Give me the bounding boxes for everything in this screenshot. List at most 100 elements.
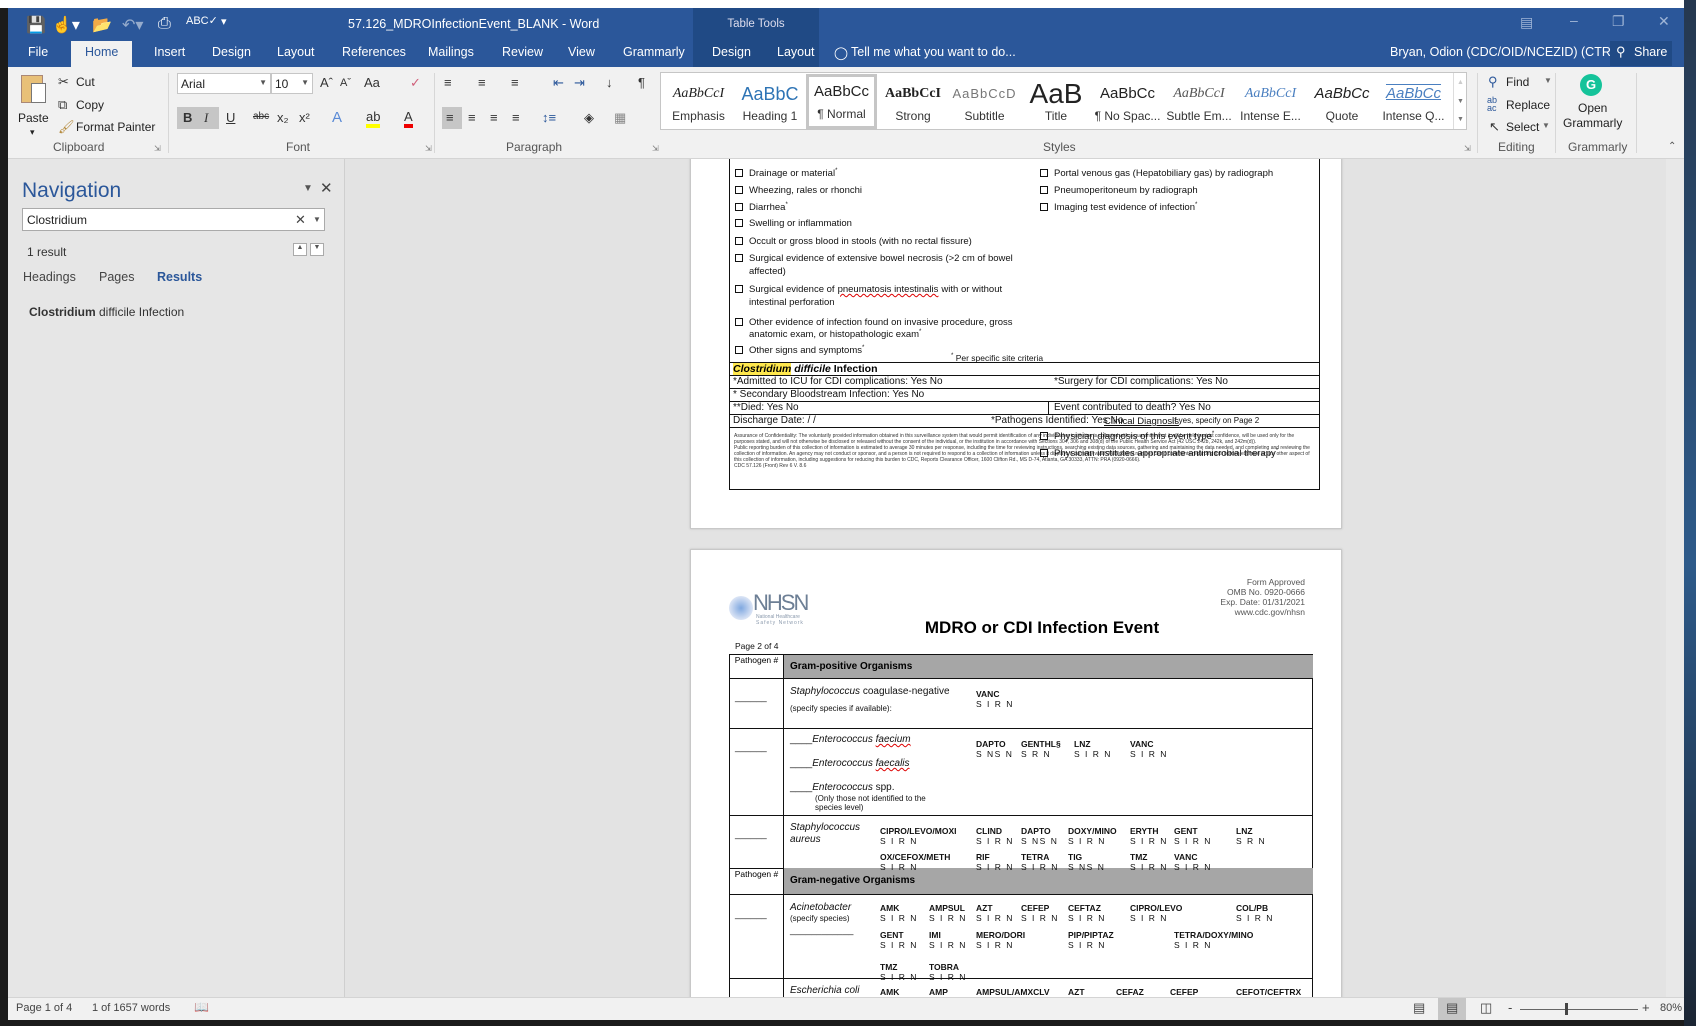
susceptibility-options[interactable]: S NS N <box>1021 836 1058 846</box>
style-no-spac[interactable]: AaBbCc ¶ No Spac... <box>1092 79 1163 134</box>
style-strong[interactable]: AaBbCcI Strong <box>878 79 949 134</box>
pathogen-number-blank[interactable]: ______ <box>735 692 767 703</box>
search-input[interactable]: Clostridium ✕ ▼ <box>22 208 325 231</box>
grow-font-icon[interactable]: Aˆ <box>320 75 333 90</box>
tab-results[interactable]: Results <box>157 270 202 284</box>
susceptibility-options[interactable]: S I R N <box>1021 913 1059 923</box>
checkbox[interactable] <box>735 203 743 212</box>
tab-design[interactable]: Design <box>212 45 251 59</box>
show-formatting-icon[interactable]: ¶ <box>638 75 645 90</box>
style-subtle-em[interactable]: AaBbCcI Subtle Em... <box>1164 79 1235 134</box>
word-count[interactable]: 1 of 1657 words <box>92 1002 170 1014</box>
multilevel-list-icon[interactable]: ≡ <box>511 75 519 90</box>
center-icon[interactable]: ≡ <box>468 110 476 125</box>
susceptibility-options[interactable]: S I R N <box>976 836 1014 846</box>
highlight-icon[interactable]: ab <box>366 109 381 128</box>
susceptibility-options[interactable]: S I R N <box>929 913 967 923</box>
collapse-ribbon-icon[interactable]: ⌃ <box>1668 141 1676 152</box>
share-button[interactable]: ⚲ Share <box>1610 41 1672 66</box>
clear-formatting-icon[interactable]: ✓ <box>410 75 421 91</box>
susceptibility-options[interactable]: S I R N <box>1130 913 1182 923</box>
numbering-icon[interactable]: ≡ <box>478 75 486 90</box>
susceptibility-options[interactable]: S I R N <box>880 972 918 982</box>
checkbox[interactable] <box>1040 186 1048 194</box>
tell-me-box[interactable]: Tell me what you want to do... <box>851 45 1016 59</box>
cut-button[interactable]: Cut <box>76 75 95 89</box>
paste-label[interactable]: Paste <box>18 111 49 125</box>
checkbox[interactable] <box>735 237 743 245</box>
style-intense-e[interactable]: AaBbCcI Intense E... <box>1235 79 1306 134</box>
tab-table-design[interactable]: Design <box>712 45 751 59</box>
susceptibility-options[interactable]: S I R N <box>1174 940 1253 950</box>
style-title[interactable]: AaB Title <box>1021 79 1092 134</box>
tab-review[interactable]: Review <box>502 45 543 59</box>
font-launcher-icon[interactable]: ⇲ <box>425 144 432 153</box>
minimize-icon[interactable]: – <box>1570 12 1578 28</box>
tab-references[interactable]: References <box>342 45 406 59</box>
find-button[interactable]: Find <box>1506 75 1529 89</box>
proofing-icon[interactable]: 📖 <box>194 1000 209 1014</box>
next-result-button[interactable]: ▼ <box>310 243 324 256</box>
pathogen-number-blank[interactable]: ______ <box>735 742 767 753</box>
superscript-icon[interactable]: x² <box>299 110 310 125</box>
close-icon[interactable]: ✕ <box>1658 13 1670 30</box>
bold-icon[interactable]: B <box>183 110 192 125</box>
susceptibility-options[interactable]: S I R N <box>1068 913 1106 923</box>
ribbon-display-options-icon[interactable]: ▤ <box>1520 14 1533 31</box>
font-name-select[interactable]: Arial ▼ <box>177 73 271 94</box>
restore-icon[interactable]: ❐ <box>1612 13 1625 30</box>
font-size-select[interactable]: 10 ▼ <box>271 73 313 94</box>
zoom-out-icon[interactable]: - <box>1508 1000 1512 1015</box>
spelling-check-icon[interactable]: ABC✓ <box>186 14 218 27</box>
strikethrough-icon[interactable]: abc <box>253 111 269 122</box>
pane-options-icon[interactable]: ▼ <box>303 183 313 194</box>
previous-result-button[interactable]: ▲ <box>293 243 307 256</box>
open-grammarly-label[interactable]: Open <box>1578 101 1607 115</box>
undo-icon[interactable]: ↶▾ <box>122 15 143 35</box>
tab-headings[interactable]: Headings <box>23 270 76 284</box>
underline-icon[interactable]: U <box>226 110 235 125</box>
pathogen-number-blank[interactable]: ______ <box>735 909 767 920</box>
scroll-down-icon[interactable]: ▼ <box>1454 92 1467 111</box>
susceptibility-options[interactable]: S I R N <box>976 940 1025 950</box>
susceptibility-options[interactable]: S I R N <box>880 836 957 846</box>
replace-button[interactable]: Replace <box>1506 98 1550 112</box>
save-icon[interactable]: 💾 <box>26 15 46 35</box>
align-left-icon[interactable]: ≡ <box>446 110 454 125</box>
align-right-icon[interactable]: ≡ <box>490 110 498 125</box>
susceptibility-options[interactable]: S I R N <box>976 862 1014 872</box>
checkbox[interactable] <box>1040 432 1048 441</box>
checkbox[interactable] <box>735 254 743 262</box>
susceptibility-options[interactable]: S I R N <box>1174 862 1212 872</box>
susceptibility-options[interactable]: S NS N <box>1068 862 1105 872</box>
touch-mode-icon[interactable]: ☝▾ <box>52 15 80 35</box>
shrink-font-icon[interactable]: Aˇ <box>340 77 351 89</box>
susceptibility-options[interactable]: S NS N <box>976 749 1013 759</box>
increase-indent-icon[interactable]: ⇥ <box>574 75 585 91</box>
blank[interactable]: ____ <box>790 734 812 745</box>
select-button[interactable]: Select <box>1506 120 1539 134</box>
web-layout-icon[interactable]: ◫ <box>1480 1000 1492 1016</box>
print-preview-icon[interactable]: ⎙ <box>158 15 171 33</box>
susceptibility-options[interactable]: S I R N <box>976 699 1014 709</box>
checkbox[interactable] <box>1040 449 1048 458</box>
tab-table-layout[interactable]: Layout <box>777 45 815 59</box>
justify-icon[interactable]: ≡ <box>512 110 520 125</box>
style-emphasis[interactable]: AaBbCcI Emphasis <box>663 79 734 134</box>
checkbox[interactable] <box>735 169 743 178</box>
search-result-item[interactable]: Clostridium difficile Infection <box>29 305 184 319</box>
checkbox[interactable] <box>735 346 743 355</box>
print-layout-button[interactable]: ▤ <box>1438 998 1466 1020</box>
search-options-icon[interactable]: ▼ <box>313 215 321 224</box>
susceptibility-options[interactable]: S I R N <box>880 940 918 950</box>
susceptibility-options[interactable]: S I R N <box>1068 940 1114 950</box>
clear-search-icon[interactable]: ✕ <box>295 212 306 228</box>
susceptibility-options[interactable]: S I R N <box>1130 836 1168 846</box>
line-spacing-icon[interactable]: ↕≡ <box>542 110 556 125</box>
tab-insert[interactable]: Insert <box>154 45 185 59</box>
zoom-level[interactable]: 80% <box>1660 1002 1682 1014</box>
checkbox[interactable] <box>735 186 743 194</box>
susceptibility-options[interactable]: S I R N <box>1021 862 1059 872</box>
zoom-slider-thumb[interactable] <box>1564 1003 1568 1015</box>
paste-dropdown-icon[interactable]: ▾ <box>30 127 35 138</box>
